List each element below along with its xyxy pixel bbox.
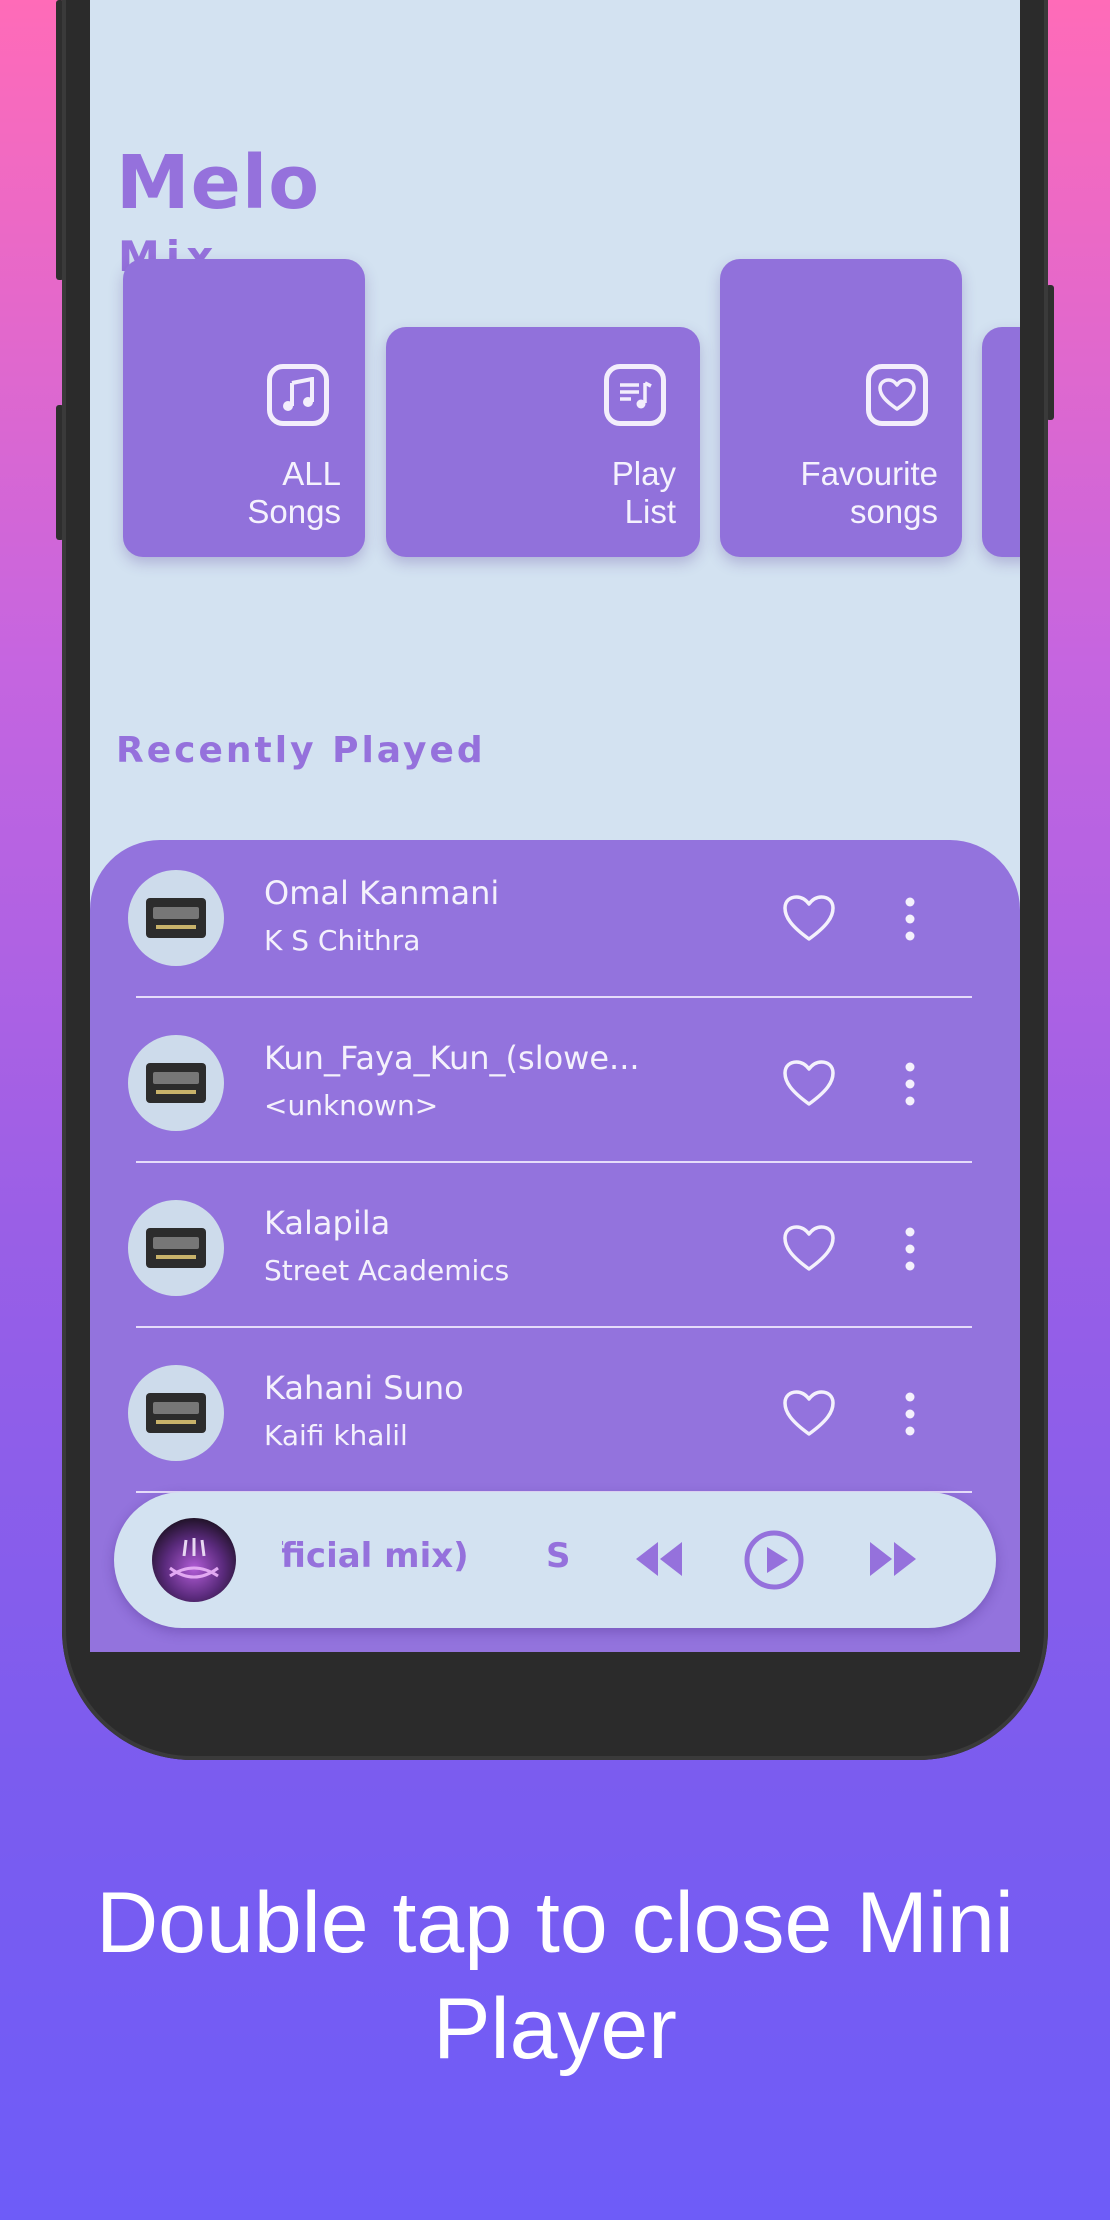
category-cards: ALL Songs Play List Favourite songs xyxy=(90,0,1020,700)
rewind-icon[interactable] xyxy=(630,1536,686,1586)
album-art xyxy=(152,1518,236,1602)
song-artist: <unknown> xyxy=(264,1089,439,1122)
all-songs-label: ALL Songs xyxy=(247,455,341,530)
song-title: Kun_Faya_Kun_(slowe... xyxy=(264,1039,640,1077)
list-divider xyxy=(136,1161,972,1163)
song-artist: K S Chithra xyxy=(264,924,421,957)
cassette-icon xyxy=(146,1393,206,1433)
all-songs-card[interactable]: ALL Songs xyxy=(123,259,365,557)
playlist-icon xyxy=(604,364,666,426)
favourite-songs-card[interactable]: Favourite songs xyxy=(720,259,962,557)
play-icon[interactable] xyxy=(742,1528,806,1596)
list-divider xyxy=(136,996,972,998)
mini-player[interactable]: fficial mix) S xyxy=(114,1492,996,1628)
more-options-icon[interactable] xyxy=(898,1057,922,1111)
list-item[interactable]: Kalapila Street Academics xyxy=(90,1170,1020,1334)
favourite-songs-label: Favourite songs xyxy=(800,455,938,530)
mini-player-title: fficial mix) xyxy=(282,1536,469,1576)
song-thumbnail xyxy=(128,1035,224,1131)
favorite-heart-icon[interactable] xyxy=(782,1224,836,1274)
list-item[interactable]: Kahani Suno Kaifi khalil xyxy=(90,1335,1020,1499)
favorite-heart-icon[interactable] xyxy=(782,1389,836,1439)
app-screen: Melo Mix ALL Songs Play List Favourite s… xyxy=(90,0,1020,1652)
favorite-heart-icon[interactable] xyxy=(782,894,836,944)
more-categories-card[interactable] xyxy=(982,327,1020,557)
heart-icon xyxy=(866,364,928,426)
cassette-icon xyxy=(146,898,206,938)
list-item[interactable]: Kun_Faya_Kun_(slowe... <unknown> xyxy=(90,1005,1020,1169)
recently-played-heading: Recently Played xyxy=(116,730,486,771)
music-note-icon xyxy=(267,364,329,426)
song-artist: Street Academics xyxy=(264,1254,510,1287)
more-options-icon[interactable] xyxy=(898,1387,922,1441)
playlist-card[interactable]: Play List xyxy=(386,327,700,557)
cassette-icon xyxy=(146,1228,206,1268)
list-divider xyxy=(136,1326,972,1328)
mini-player-next-title: S xyxy=(546,1536,571,1576)
list-item[interactable]: Omal Kanmani K S Chithra xyxy=(90,840,1020,1004)
promo-caption: Double tap to close Mini Player xyxy=(96,1875,1014,2077)
favorite-heart-icon[interactable] xyxy=(782,1059,836,1109)
playlist-label: Play List xyxy=(611,455,676,530)
song-thumbnail xyxy=(128,870,224,966)
song-title: Kahani Suno xyxy=(264,1369,464,1407)
song-artist: Kaifi khalil xyxy=(264,1419,408,1452)
more-options-icon[interactable] xyxy=(898,892,922,946)
cassette-icon xyxy=(146,1063,206,1103)
more-options-icon[interactable] xyxy=(898,1222,922,1276)
fast-forward-icon[interactable] xyxy=(866,1536,922,1586)
song-title: Kalapila xyxy=(264,1204,391,1242)
phone-frame: Melo Mix ALL Songs Play List Favourite s… xyxy=(62,0,1048,1760)
song-title: Omal Kanmani xyxy=(264,874,500,912)
song-thumbnail xyxy=(128,1365,224,1461)
song-thumbnail xyxy=(128,1200,224,1296)
mini-player-title-marquee: fficial mix) xyxy=(282,1536,566,1586)
